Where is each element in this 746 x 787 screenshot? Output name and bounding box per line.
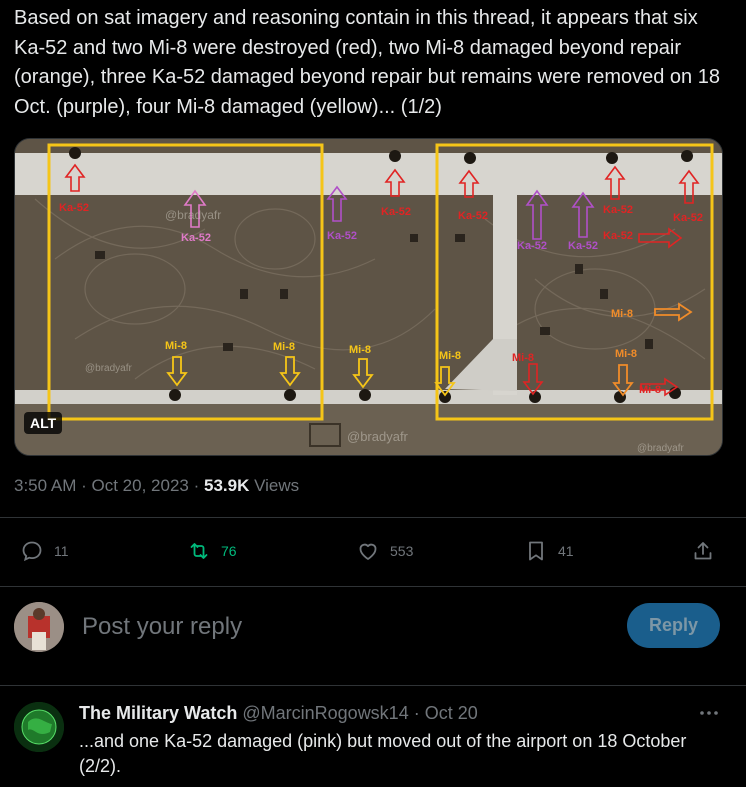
label-mi8: Mi-8 — [639, 384, 661, 396]
label-mi8: Mi-8 — [349, 344, 371, 356]
divider — [0, 586, 746, 587]
like-count: 553 — [390, 543, 414, 559]
label-ka52: Ka-52 — [568, 240, 598, 252]
reply-author-avatar[interactable] — [14, 702, 64, 752]
views-label: Views — [254, 476, 300, 495]
meta-separator: · — [81, 476, 87, 495]
meta-separator: · — [413, 703, 420, 723]
meta-separator: · — [193, 476, 200, 495]
reply-button[interactable]: Reply — [627, 603, 720, 648]
label-mi8: Mi-8 — [165, 340, 187, 352]
retweet-action[interactable]: 76 — [187, 530, 237, 572]
retweet-count: 76 — [221, 543, 237, 559]
tweet-time[interactable]: 3:50 AM — [14, 476, 76, 495]
label-ka52: Ka-52 — [327, 230, 357, 242]
alt-text-badge[interactable]: ALT — [24, 412, 63, 434]
globe-avatar-image — [14, 702, 64, 752]
watermark: @bradyafr — [85, 363, 133, 374]
label-mi8: Mi-8 — [439, 350, 461, 362]
like-action[interactable]: 553 — [356, 530, 413, 572]
share-action[interactable] — [691, 530, 725, 572]
reply-text: ...and one Ka-52 damaged (pink) but move… — [79, 731, 687, 776]
label-ka52: Ka-52 — [603, 230, 633, 242]
satellite-image: Ka-52 Ka-52 Ka-52 Ka-52 Ka-52 Ka-52 Ka-5… — [15, 139, 722, 455]
label-ka52: Ka-52 — [673, 212, 703, 224]
label-ka52: Ka-52 — [181, 232, 211, 244]
label-mi8: Mi-8 — [615, 348, 637, 360]
reply-count: 11 — [54, 543, 69, 559]
more-dots-icon[interactable] — [697, 703, 721, 723]
label-ka52: Ka-52 — [381, 206, 411, 218]
label-ka52: Ka-52 — [458, 210, 488, 222]
divider — [0, 517, 746, 518]
share-upload-icon — [694, 542, 712, 560]
tweet-actions: 11 76 553 41 — [0, 530, 746, 572]
bookmark-icon — [529, 541, 543, 561]
tweet-media-image[interactable]: Ka-52 Ka-52 Ka-52 Ka-52 Ka-52 Ka-52 Ka-5… — [14, 138, 723, 456]
reply-date[interactable]: Oct 20 — [425, 703, 478, 723]
avatar-image — [14, 602, 64, 652]
retweet-icon — [190, 543, 208, 559]
reply-author-handle[interactable]: @MarcinRogowsk14 — [242, 703, 408, 723]
divider — [0, 685, 746, 686]
label-mi8: Mi-8 — [273, 341, 295, 353]
heart-icon — [359, 543, 377, 560]
watermark: @bradyafr — [347, 429, 409, 444]
reply-action[interactable]: 11 — [20, 530, 69, 572]
tweet-text: Based on sat imagery and reasoning conta… — [14, 7, 720, 118]
reply-author-name[interactable]: The Military Watch — [79, 703, 237, 723]
bookmark-count: 41 — [558, 543, 574, 559]
reply-compose-input[interactable] — [80, 608, 604, 646]
bookmark-action[interactable]: 41 — [524, 530, 574, 572]
reply-header: The Military Watch @MarcinRogowsk14 · Oc… — [79, 703, 478, 724]
label-ka52: Ka-52 — [603, 204, 633, 216]
tweet-date[interactable]: Oct 20, 2023 — [92, 476, 189, 495]
views-count[interactable]: 53.9K — [204, 476, 249, 495]
label-mi8: Mi-8 — [512, 352, 534, 364]
watermark: @bradyafr — [165, 208, 221, 222]
label-ka52: Ka-52 — [517, 240, 547, 252]
comment-bubble-icon — [22, 541, 42, 562]
label-ka52: Ka-52 — [59, 202, 89, 214]
watermark: @bradyafr — [637, 443, 685, 454]
user-avatar[interactable] — [14, 602, 64, 652]
label-mi8: Mi-8 — [611, 308, 633, 320]
tweet-meta: 3:50 AM · Oct 20, 2023 · 53.9K Views — [14, 476, 299, 496]
